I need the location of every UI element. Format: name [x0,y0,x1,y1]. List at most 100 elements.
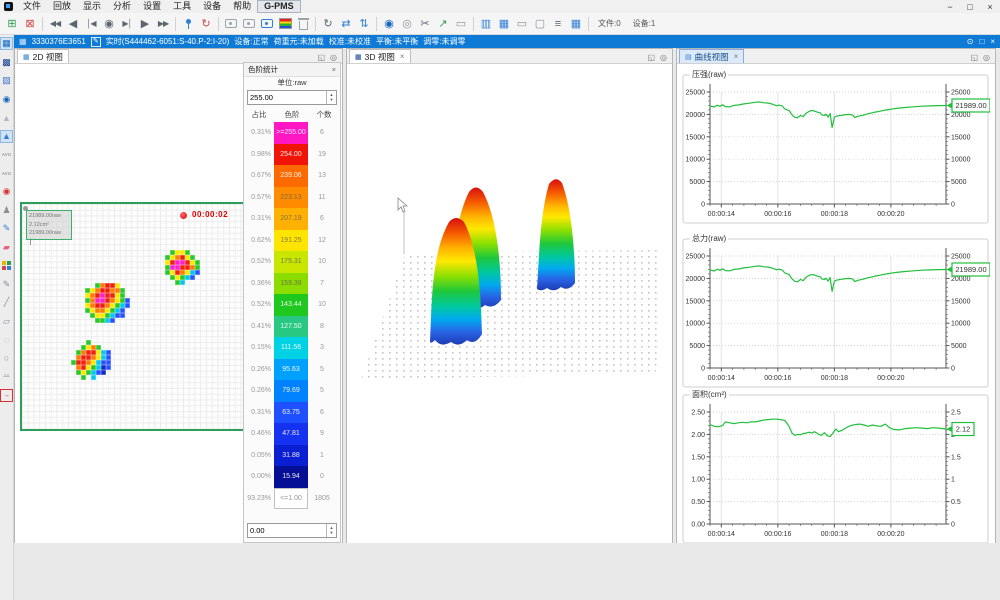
maximize-panel-icon[interactable]: ◱ [647,53,655,62]
stats-count: 9 [308,423,336,445]
stats-color-cell: 63.75 [274,402,308,424]
tab-2d-view[interactable]: ▦ 2D 视图 [17,49,69,63]
doc-restore-icon[interactable]: □ [979,37,984,46]
menu-工具[interactable]: 工具 [167,0,197,13]
palette-icon[interactable] [0,259,13,272]
add-window-icon[interactable]: ⊞ [4,15,20,32]
menu-设置[interactable]: 设置 [137,0,167,13]
max-level-spinner[interactable]: ▲▼ [326,91,336,104]
svg-text:5000: 5000 [689,343,705,350]
layout-grid-icon[interactable]: ▦ [496,15,512,32]
doc-minimize-icon[interactable]: ⊙ [967,37,974,46]
2d-view-icon[interactable]: ▦ [0,37,13,50]
target-icon[interactable]: ◉ [0,93,13,106]
tab-3d-view[interactable]: ▦ 3D 视图 × [349,49,411,63]
stats-row: 0.31%63.756 [244,402,340,424]
svg-text:20000: 20000 [686,112,706,119]
close-tab-icon[interactable]: × [734,52,739,61]
surface-flat-icon[interactable]: ▲ [0,111,13,124]
stats-count: 12 [308,230,336,252]
export-view-icon[interactable]: → [0,389,13,402]
pencil-icon[interactable]: ✎ [0,278,13,291]
eraser-icon[interactable]: ▰ [0,241,13,254]
stats-row: 0.52%175.3110 [244,251,340,273]
stats-column-headers: 占比色阶个数 [244,107,340,122]
refresh-icon[interactable]: ↻ [320,15,336,32]
close-tab-icon[interactable]: × [400,52,405,61]
trash-icon[interactable] [295,15,311,32]
cut-icon[interactable]: ✂ [417,15,433,32]
menu-回放[interactable]: 回放 [47,0,77,13]
min-level-spinner[interactable]: ▲▼ [326,524,336,537]
surface-3d-icon[interactable]: ▲ [0,130,13,143]
pressure-map[interactable]: 21989.00raw 2.12cm² 21989.00raw 00:00:02 [20,202,246,431]
3d-view-canvas[interactable] [347,64,672,543]
grid-view-icon[interactable]: ▦ [568,15,584,32]
menu-设备[interactable]: 设备 [197,0,227,13]
colorbar-icon[interactable] [277,15,293,32]
min-level-input[interactable] [248,524,326,537]
maximize-panel-icon[interactable]: ◱ [317,53,325,62]
svg-text:00:00:14: 00:00:14 [708,211,735,218]
window-close-icon[interactable]: × [980,2,1000,12]
play-icon[interactable]: ▶ [137,15,153,32]
window-minimize-icon[interactable]: − [940,2,960,12]
avg-back-icon[interactable]: AVG [0,148,13,161]
target-icon[interactable]: ◎ [399,15,415,32]
polygon-select-icon[interactable]: ▱ [0,315,13,328]
menu-分析[interactable]: 分析 [107,0,137,13]
swap-horizontal-icon[interactable]: ⇄ [338,15,354,32]
step-backward-icon[interactable]: ◀ [65,15,81,32]
fast-forward-icon[interactable]: ▶▶ [155,15,171,32]
doc-close-icon[interactable]: × [990,37,995,46]
skip-end-icon[interactable]: ▶│ [119,15,135,32]
skip-start-icon[interactable]: │◀ [83,15,99,32]
chart-value-label: 2.12 [956,425,971,434]
annotate-pen-icon[interactable]: ✎ [0,222,13,235]
chart-box-3: 面积(cm²)0.0000.500.51.0011.501.52.0022.50… [682,388,990,543]
window-maximize-icon[interactable]: □ [960,2,980,12]
avg-forward-icon[interactable]: AVG [0,167,13,180]
menu-帮助[interactable]: 帮助 [227,0,257,13]
menu-显示[interactable]: 显示 [77,0,107,13]
float-panel-icon[interactable]: ◎ [660,53,667,62]
pin-icon[interactable] [180,15,196,32]
stats-pct: 0.31% [244,208,274,230]
video-off-icon[interactable] [241,15,257,32]
swap-vertical-icon[interactable]: ⇅ [356,15,372,32]
float-panel-icon[interactable]: ◎ [983,53,990,62]
loop-icon[interactable]: ↻ [198,15,214,32]
3d-view-icon[interactable]: ▩ [0,56,13,69]
ellipse-select-icon[interactable]: ◌ [0,333,13,346]
layout-columns-icon[interactable]: ▥ [478,15,494,32]
brush-icon[interactable]: ▨ [0,74,13,87]
measure-line-icon[interactable]: ╱ [0,296,13,309]
tab-curve-view[interactable]: ▤ 曲线视图 × [679,49,744,63]
frame-icon[interactable]: ▭ [453,15,469,32]
stats-color-cell: 191.25 [274,230,308,252]
close-window-icon[interactable]: ⊠ [22,15,38,32]
close-panel-icon[interactable]: × [332,65,336,74]
video-record-icon[interactable] [223,15,239,32]
calibration-stand-icon[interactable]: ╨╨ [0,370,13,383]
float-panel-icon[interactable]: ◎ [330,53,337,62]
menu-文件[interactable]: 文件 [17,0,47,13]
record-frame-icon[interactable]: ◉ [101,15,117,32]
list-icon[interactable]: ≡ [550,15,566,32]
max-level-input[interactable] [248,91,326,104]
stats-row: 0.52%143.4410 [244,294,340,316]
monitor-icon[interactable]: ▢ [532,15,548,32]
menu-G-PMS[interactable]: G-PMS [257,0,301,13]
maximize-panel-icon[interactable]: ◱ [970,53,978,62]
fast-backward-icon[interactable]: ◀◀ [47,15,63,32]
target-active-icon[interactable]: ◉ [381,15,397,32]
layout-frame-icon[interactable]: ▭ [514,15,530,32]
video-replay-icon[interactable] [259,15,275,32]
edit-icon[interactable]: ✎ [91,37,101,47]
person-icon[interactable]: ♟ [0,204,13,217]
record-point-icon[interactable]: ◉ [0,185,13,198]
stats-color-cell: 223.13 [274,187,308,209]
circle-select-icon[interactable]: ○ [0,352,13,365]
export-icon[interactable]: ↗ [435,15,451,32]
svg-text:25000: 25000 [686,90,706,97]
